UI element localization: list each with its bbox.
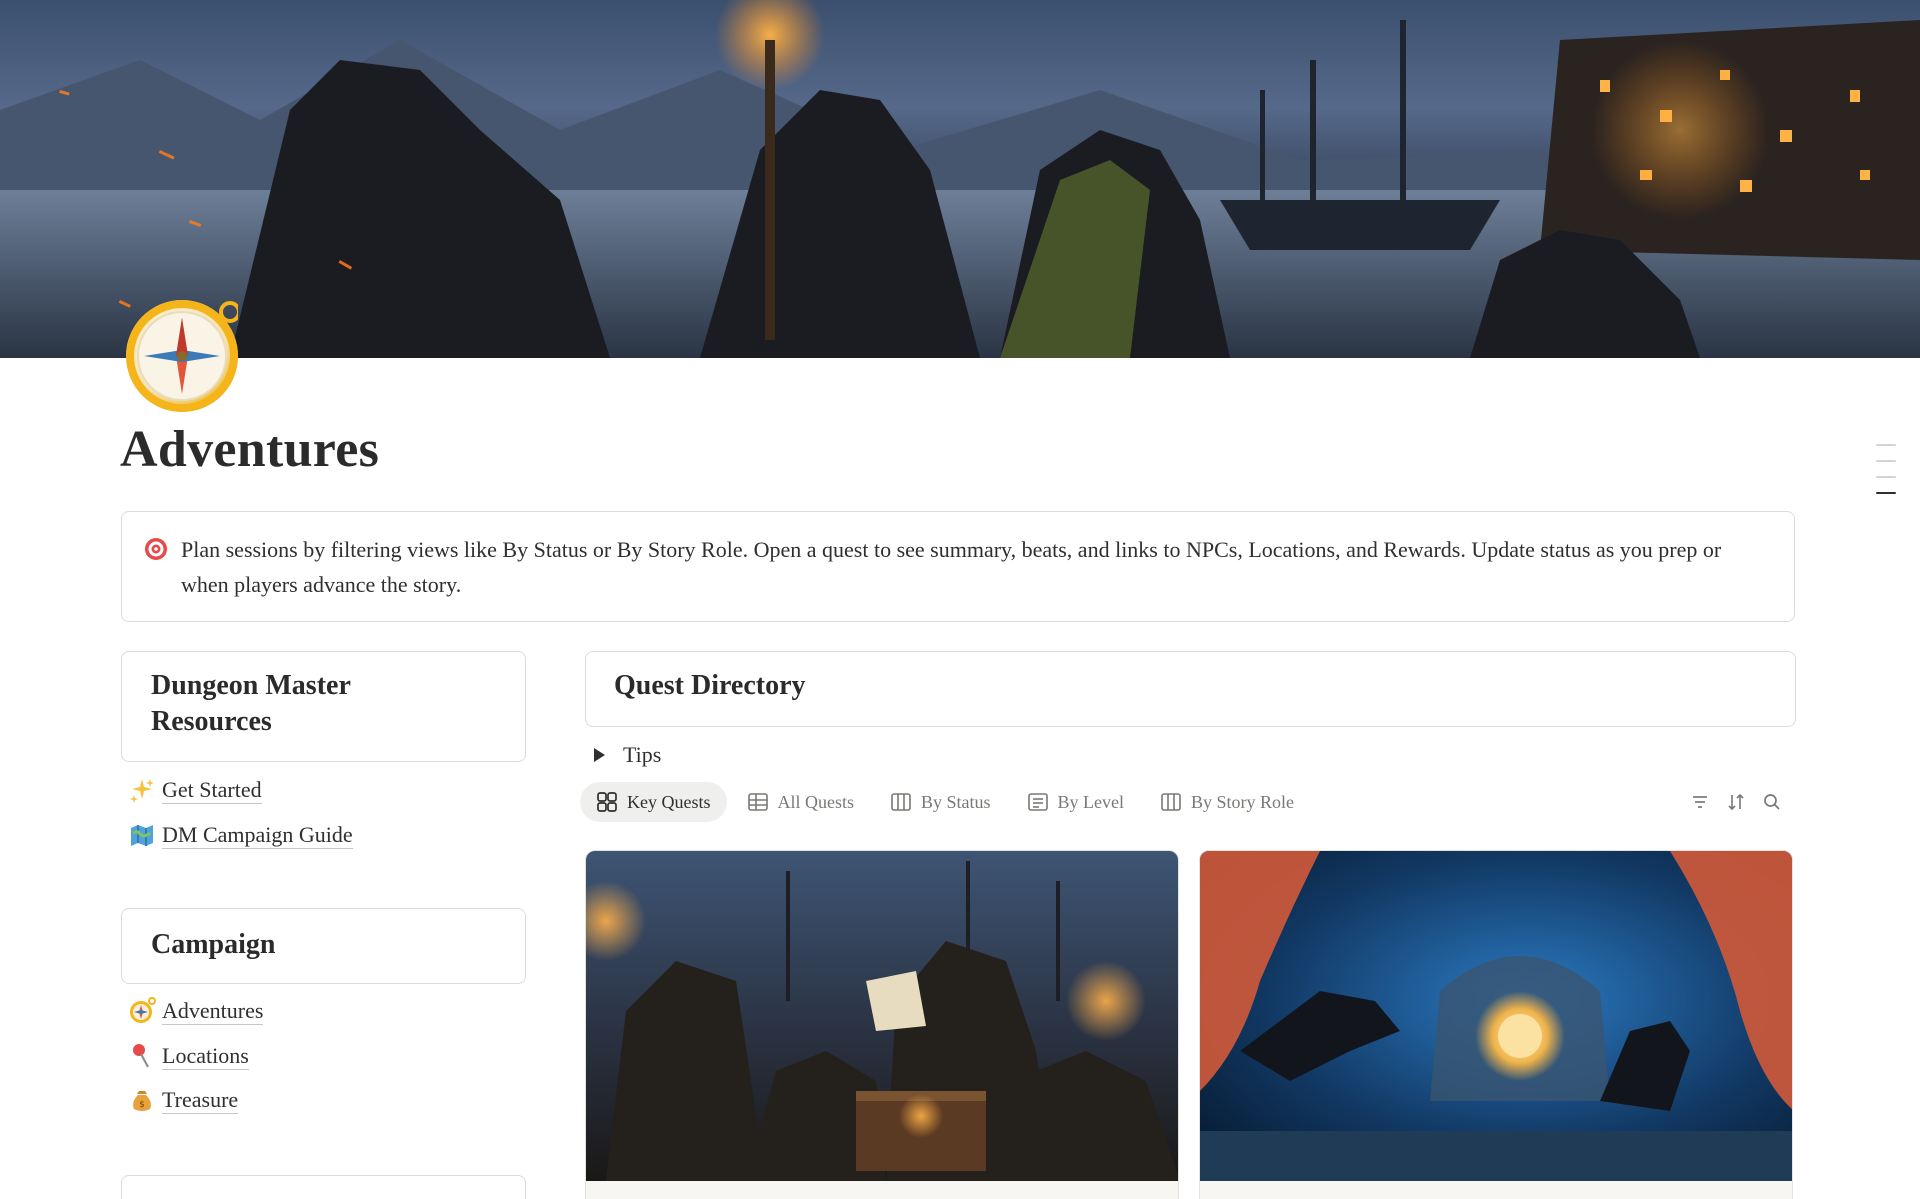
section-card-next	[121, 1175, 526, 1199]
compass-icon	[128, 997, 156, 1025]
map-icon	[128, 821, 156, 849]
link-label: Treasure	[162, 1086, 239, 1114]
compass-icon[interactable]	[126, 300, 238, 412]
search-icon[interactable]	[1762, 792, 1782, 812]
quest-card-cover	[586, 851, 1178, 1181]
outline-mark[interactable]	[1876, 476, 1896, 478]
view-tabs: Key Quests All Quests By Status By Level	[580, 782, 1314, 822]
outline-mark-active[interactable]	[1876, 492, 1896, 494]
quest-card-cover	[1200, 851, 1792, 1181]
section-heading: Campaign	[151, 929, 276, 960]
tab-label: By Story Role	[1191, 791, 1295, 812]
money-bag-icon: $	[128, 1086, 156, 1114]
quest-directory-card: Quest Directory	[585, 651, 1796, 727]
tips-toggle[interactable]: Tips	[594, 740, 661, 770]
tab-label: Key Quests	[627, 791, 711, 812]
link-label: Adventures	[162, 997, 264, 1025]
link-label: Locations	[162, 1042, 249, 1070]
tab-label: All Quests	[777, 791, 855, 812]
link-treasure[interactable]: $ Treasure	[128, 1084, 239, 1116]
callout: Plan sessions by filtering views like By…	[121, 511, 1795, 622]
board-icon	[891, 793, 911, 811]
link-label: Get Started	[162, 776, 262, 804]
sort-icon[interactable]	[1726, 792, 1746, 812]
section-heading: Dungeon Master Resources	[151, 670, 351, 737]
link-get-started[interactable]: Get Started	[128, 774, 262, 806]
pin-icon	[128, 1042, 156, 1070]
triangle-right-icon	[594, 748, 605, 762]
outline-mark[interactable]	[1876, 444, 1896, 446]
gallery-icon	[597, 792, 617, 812]
section-card-campaign: Campaign	[121, 908, 526, 984]
svg-text:$: $	[139, 1100, 145, 1110]
quest-directory-heading: Quest Directory	[614, 670, 806, 701]
tab-by-level[interactable]: By Level	[1011, 782, 1140, 822]
board-icon	[1161, 793, 1181, 811]
filter-icon[interactable]	[1690, 792, 1710, 812]
link-dm-campaign-guide[interactable]: DM Campaign Guide	[128, 819, 353, 851]
cover-image[interactable]	[0, 0, 1920, 358]
tab-label: By Status	[921, 791, 991, 812]
quest-card[interactable]	[585, 850, 1179, 1199]
tab-all-quests[interactable]: All Quests	[731, 782, 871, 822]
section-card-dm-resources: Dungeon Master Resources	[121, 651, 526, 762]
page-title: Adventures	[120, 421, 380, 478]
quest-card[interactable]	[1199, 850, 1793, 1199]
view-tools	[1690, 792, 1798, 812]
tips-label: Tips	[623, 742, 662, 767]
sparkles-icon	[128, 776, 156, 804]
table-icon	[747, 793, 768, 811]
tab-label: By Level	[1057, 791, 1124, 812]
link-adventures[interactable]: Adventures	[128, 995, 264, 1027]
tab-by-status[interactable]: By Status	[874, 782, 1007, 822]
list-icon	[1027, 793, 1048, 811]
callout-text: Plan sessions by filtering views like By…	[181, 537, 1722, 597]
link-label: DM Campaign Guide	[162, 821, 353, 849]
target-icon	[145, 538, 167, 560]
tab-key-quests[interactable]: Key Quests	[580, 782, 727, 822]
outline-mark[interactable]	[1876, 460, 1896, 462]
link-locations[interactable]: Locations	[128, 1040, 249, 1072]
page-outline[interactable]	[1876, 444, 1896, 508]
tab-by-story-role[interactable]: By Story Role	[1144, 782, 1310, 822]
